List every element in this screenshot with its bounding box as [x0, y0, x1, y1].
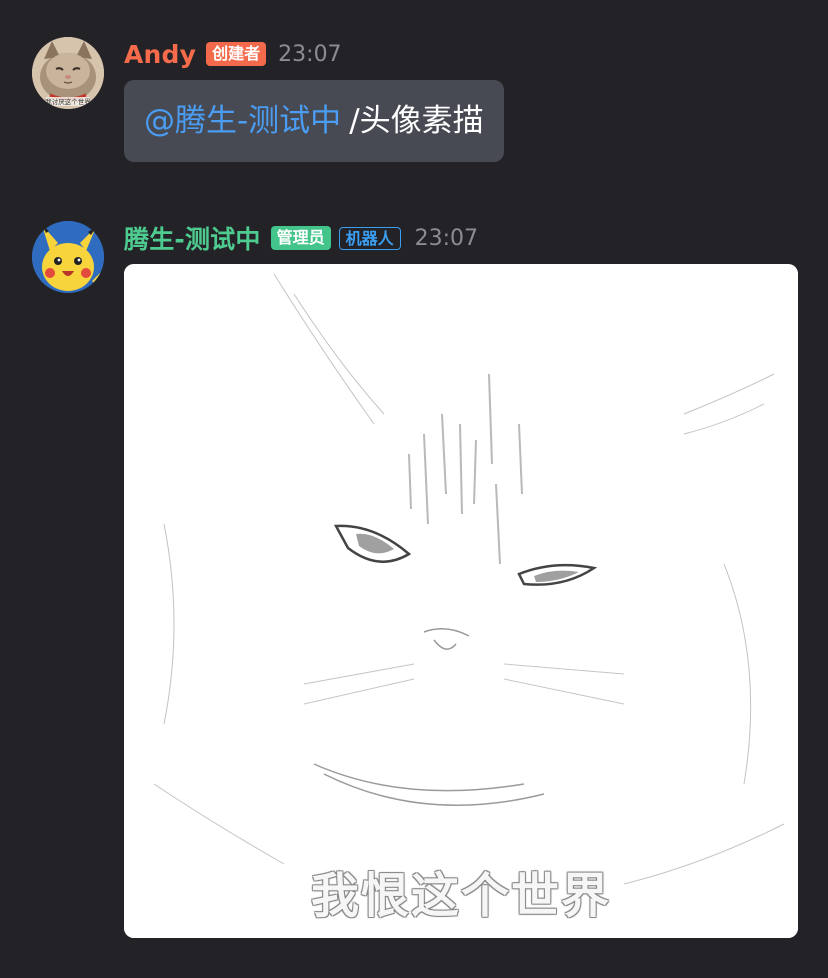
cat-photo-avatar-icon: 我讨厌这个世界	[32, 37, 104, 109]
andy-avatar[interactable]: 我讨厌这个世界	[32, 37, 104, 109]
cat-sketch-image	[124, 264, 798, 938]
admin-badge: 管理员	[270, 226, 331, 250]
message-time: 23:07	[414, 225, 479, 251]
sketch-image[interactable]: 我恨这个世界	[124, 264, 798, 938]
image-caption: 我恨这个世界	[310, 868, 611, 924]
bot-badge: 机器人	[338, 226, 401, 250]
message-time: 23:07	[278, 41, 342, 67]
bot-avatar[interactable]	[32, 221, 104, 293]
pikachu-avatar-icon	[32, 221, 104, 293]
mention-link[interactable]: @腾生-测试中	[144, 103, 341, 139]
sender-name[interactable]: Andy	[124, 40, 196, 69]
message-bubble[interactable]: @腾生-测试中/头像素描	[124, 80, 504, 162]
sender-name[interactable]: 腾生-测试中	[124, 220, 261, 256]
svg-text:我讨厌这个世界: 我讨厌这个世界	[45, 97, 91, 106]
creator-badge: 创建者	[206, 42, 267, 66]
message-text: /头像素描	[349, 103, 484, 139]
